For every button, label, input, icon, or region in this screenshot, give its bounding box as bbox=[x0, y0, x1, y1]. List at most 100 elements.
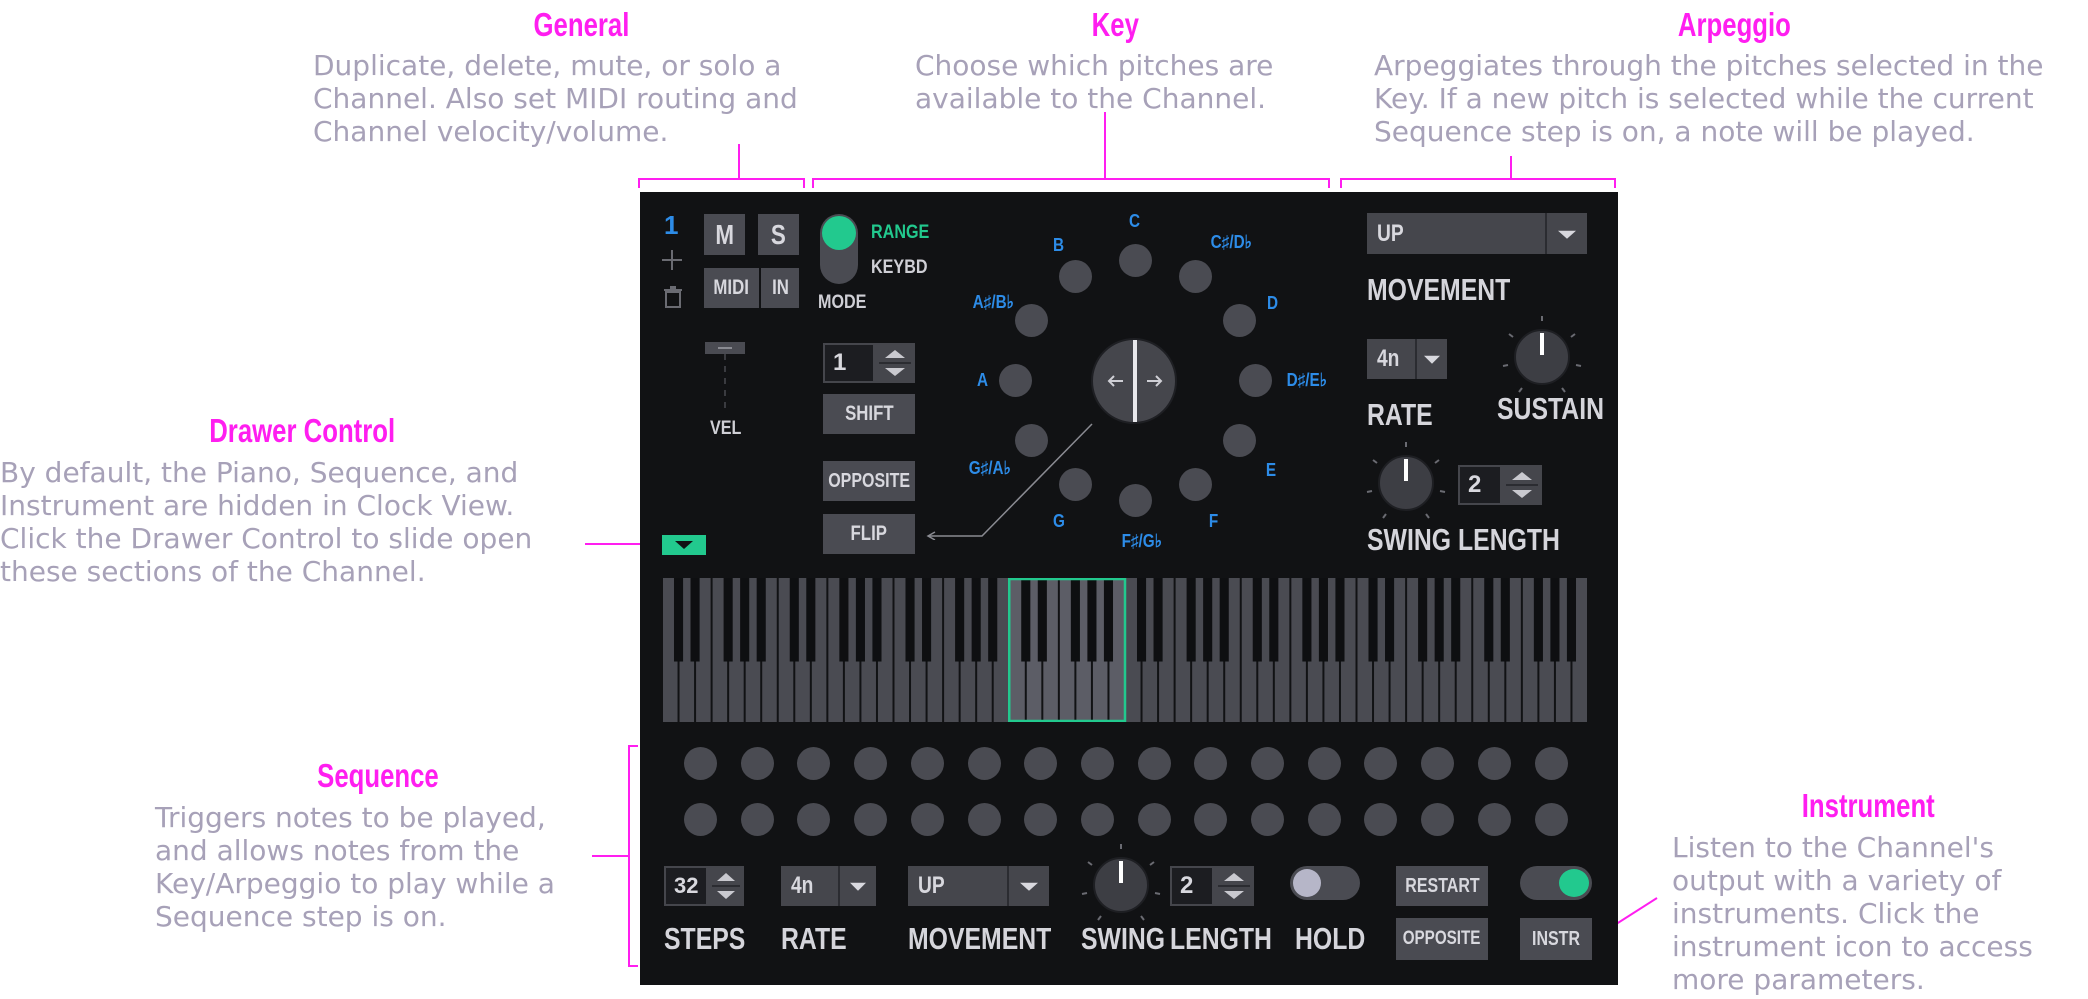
instrument-button[interactable]: INSTR bbox=[1520, 918, 1592, 960]
sequence-step[interactable] bbox=[684, 803, 717, 836]
seq-movement-dropdown[interactable]: UP bbox=[908, 866, 1049, 906]
mute-button[interactable]: M bbox=[704, 214, 745, 255]
piano-black-key[interactable] bbox=[1318, 578, 1328, 662]
piano-black-key[interactable] bbox=[1252, 578, 1262, 662]
shift-stepper[interactable]: 1 bbox=[823, 343, 915, 383]
piano-keyboard[interactable] bbox=[662, 578, 1588, 722]
sequence-step[interactable] bbox=[797, 747, 831, 780]
piano-black-key[interactable] bbox=[806, 578, 816, 662]
piano-black-key[interactable] bbox=[1385, 578, 1395, 662]
sequence-step[interactable] bbox=[854, 803, 888, 836]
sequence-step[interactable] bbox=[1137, 747, 1171, 780]
piano-black-key[interactable] bbox=[988, 578, 998, 662]
sequence-step[interactable] bbox=[1251, 803, 1284, 836]
note-dot-g-sharp[interactable] bbox=[1015, 424, 1048, 457]
sequence-step[interactable] bbox=[1251, 747, 1284, 780]
sequence-step[interactable] bbox=[910, 803, 944, 836]
instrument-toggle[interactable] bbox=[1520, 866, 1592, 900]
sequence-step[interactable] bbox=[1137, 803, 1171, 836]
piano-black-key[interactable] bbox=[1566, 578, 1577, 662]
piano-black-key[interactable] bbox=[1368, 578, 1378, 662]
sequence-step[interactable] bbox=[1534, 747, 1568, 780]
piano-black-key[interactable] bbox=[1087, 578, 1097, 662]
note-dot-a-sharp[interactable] bbox=[1015, 304, 1048, 337]
note-dot-e[interactable] bbox=[1223, 424, 1256, 457]
velocity-slider[interactable] bbox=[705, 342, 745, 414]
piano-black-key[interactable] bbox=[1500, 578, 1510, 662]
sequence-step[interactable] bbox=[1364, 747, 1398, 780]
sequence-step[interactable] bbox=[1421, 747, 1455, 780]
shift-button[interactable]: SHIFT bbox=[823, 394, 915, 434]
piano-black-key[interactable] bbox=[740, 578, 750, 662]
sequence-step[interactable] bbox=[1194, 803, 1228, 836]
drawer-control-button[interactable] bbox=[662, 535, 706, 555]
arp-length-stepper[interactable]: 2 bbox=[1458, 465, 1542, 505]
sequence-step[interactable] bbox=[1080, 803, 1114, 836]
sequence-step[interactable] bbox=[1307, 803, 1341, 836]
sequence-step[interactable] bbox=[684, 747, 717, 780]
piano-black-key[interactable] bbox=[1269, 578, 1279, 662]
sequence-step[interactable] bbox=[1477, 747, 1511, 780]
note-dot-d[interactable] bbox=[1223, 304, 1256, 337]
note-dot-d-sharp[interactable] bbox=[1239, 364, 1272, 397]
note-dot-f[interactable] bbox=[1179, 468, 1212, 501]
note-dot-f-sharp[interactable] bbox=[1119, 484, 1152, 517]
seq-restart-button[interactable]: RESTART bbox=[1396, 866, 1488, 906]
sequence-step[interactable] bbox=[854, 747, 888, 780]
piano-black-key[interactable] bbox=[1203, 578, 1213, 662]
seq-steps-stepper[interactable]: 32 bbox=[664, 866, 744, 906]
piano-black-key[interactable] bbox=[756, 578, 766, 662]
sequence-step[interactable] bbox=[1080, 747, 1114, 780]
piano-black-key[interactable] bbox=[1037, 578, 1047, 662]
midi-in-button[interactable]: IN bbox=[761, 268, 799, 308]
seq-hold-toggle[interactable] bbox=[1290, 866, 1360, 900]
sequence-step[interactable] bbox=[1364, 803, 1398, 836]
piano-black-key[interactable] bbox=[673, 578, 684, 662]
piano-black-key[interactable] bbox=[872, 578, 882, 662]
sequence-step[interactable] bbox=[797, 803, 831, 836]
piano-black-key[interactable] bbox=[1550, 578, 1560, 662]
piano-black-key[interactable] bbox=[905, 578, 915, 662]
piano-black-key[interactable] bbox=[1533, 578, 1543, 662]
sequence-step[interactable] bbox=[1534, 803, 1568, 836]
sequence-step[interactable] bbox=[967, 803, 1001, 836]
plus-icon[interactable] bbox=[662, 250, 682, 270]
piano-black-key[interactable] bbox=[1335, 578, 1345, 662]
piano-black-key[interactable] bbox=[855, 578, 865, 662]
sequence-step[interactable] bbox=[1194, 747, 1228, 780]
sequence-step[interactable] bbox=[1307, 747, 1341, 780]
piano-black-key[interactable] bbox=[1070, 578, 1080, 662]
piano-black-key[interactable] bbox=[690, 578, 700, 662]
seq-length-stepper[interactable]: 2 bbox=[1170, 866, 1254, 906]
piano-black-key[interactable] bbox=[1302, 578, 1312, 662]
flip-button[interactable]: FLIP bbox=[823, 514, 915, 554]
seq-rate-dropdown[interactable]: 4n bbox=[781, 866, 876, 906]
piano-black-key[interactable] bbox=[1484, 578, 1494, 662]
piano-black-key[interactable] bbox=[1451, 578, 1461, 662]
sequence-step[interactable] bbox=[740, 803, 774, 836]
seq-opposite-button[interactable]: OPPOSITE bbox=[1396, 918, 1488, 960]
arp-movement-dropdown[interactable]: UP bbox=[1367, 213, 1587, 254]
piano-black-key[interactable] bbox=[922, 578, 932, 662]
sequence-step[interactable] bbox=[1421, 803, 1455, 836]
midi-button[interactable]: MIDI bbox=[704, 268, 759, 308]
piano-black-key[interactable] bbox=[1186, 578, 1196, 662]
sequence-step[interactable] bbox=[967, 747, 1001, 780]
piano-black-key[interactable] bbox=[1136, 578, 1147, 662]
piano-black-key[interactable] bbox=[1153, 578, 1163, 662]
piano-black-key[interactable] bbox=[789, 578, 799, 662]
arp-rate-dropdown[interactable]: 4n bbox=[1367, 339, 1447, 379]
sequence-step[interactable] bbox=[1477, 803, 1511, 836]
note-dot-c-sharp[interactable] bbox=[1179, 260, 1212, 293]
piano-black-key[interactable] bbox=[723, 578, 733, 662]
piano-black-key[interactable] bbox=[971, 578, 981, 662]
sequence-step[interactable] bbox=[910, 747, 944, 780]
sequence-step[interactable] bbox=[1024, 747, 1058, 780]
mode-toggle[interactable] bbox=[820, 214, 858, 284]
sequence-step[interactable] bbox=[1024, 803, 1058, 836]
piano-black-key[interactable] bbox=[1103, 578, 1114, 662]
note-dot-a[interactable] bbox=[999, 364, 1032, 397]
note-dot-g[interactable] bbox=[1059, 468, 1092, 501]
piano-black-key[interactable] bbox=[1418, 578, 1428, 662]
note-dot-b[interactable] bbox=[1059, 260, 1092, 293]
